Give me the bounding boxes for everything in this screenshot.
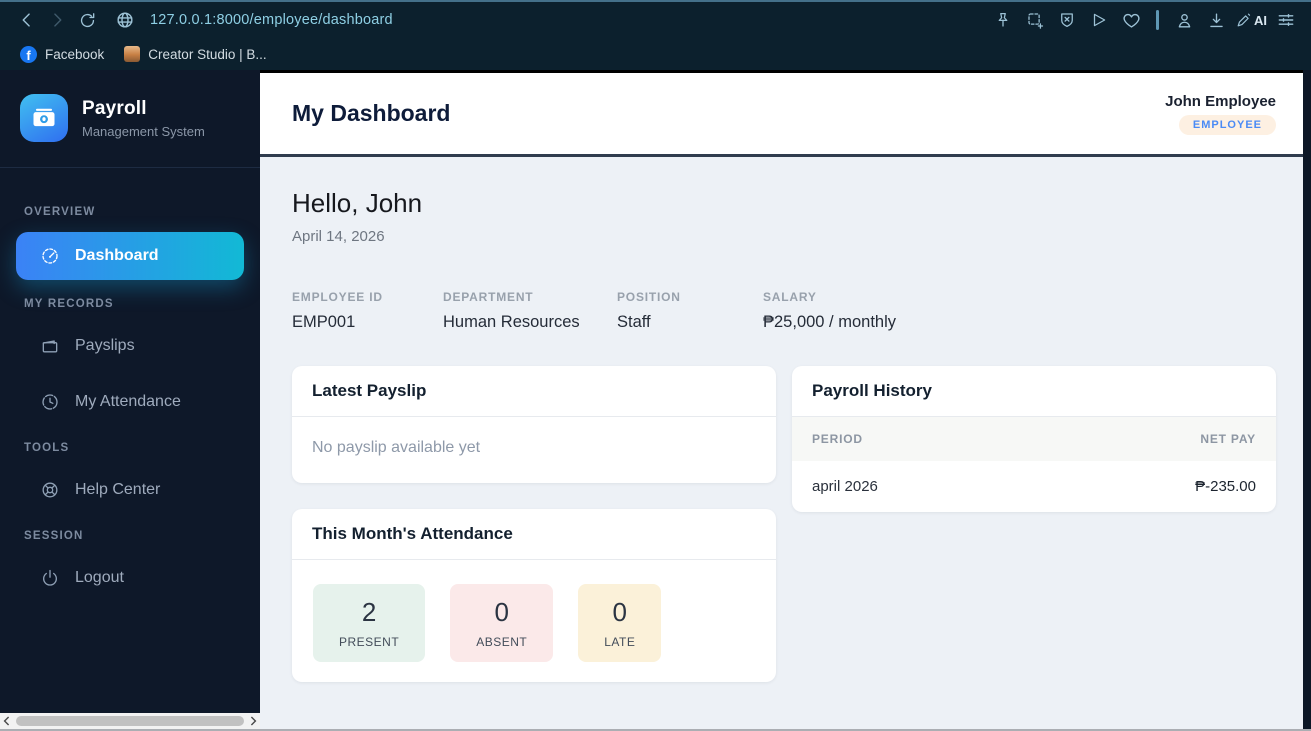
current-date: April 14, 2026 (292, 228, 385, 245)
profile-icon[interactable] (1171, 6, 1197, 34)
stat-present: 2 PRESENT (313, 584, 426, 662)
wallet-icon (42, 340, 58, 353)
attendance-title: This Month's Attendance (312, 524, 513, 543)
col-period: PERIOD (812, 432, 863, 446)
gauge-icon (42, 248, 58, 264)
scrollbar-thumb[interactable] (16, 716, 244, 726)
sidebar-item-payslips[interactable]: Payslips (16, 324, 244, 368)
payroll-history-card: Payroll History PERIOD NET PAY april 202… (792, 366, 1276, 512)
send-icon[interactable] (1086, 6, 1112, 34)
horizontal-scrollbar[interactable] (0, 713, 260, 729)
sidebar-item-logout[interactable]: Logout (16, 556, 244, 600)
user-block: John Employee EMPLOYEE (1165, 93, 1276, 135)
page-header: My Dashboard John Employee EMPLOYEE (260, 73, 1311, 157)
creator-studio-favicon (124, 46, 141, 62)
employee-info-row: EMPLOYEE ID EMP001 DEPARTMENT Human Reso… (292, 290, 1276, 332)
browser-window: 127.0.0.1:8000/employee/dashboard AI f F… (0, 0, 1311, 731)
attendance-card: This Month's Attendance 2 PRESENT 0 ABSE… (292, 509, 776, 682)
shield-x-icon[interactable] (1054, 6, 1080, 34)
info-department: DEPARTMENT Human Resources (443, 290, 580, 331)
user-name: John Employee (1165, 92, 1276, 110)
page-title: My Dashboard (292, 100, 451, 126)
stat-absent: 0 ABSENT (450, 584, 554, 662)
download-icon[interactable] (1203, 6, 1229, 34)
reload-icon[interactable] (72, 6, 102, 34)
app-title: Payroll (82, 97, 147, 119)
section-my-records: MY RECORDS (24, 298, 114, 310)
section-tools: TOOLS (24, 442, 70, 454)
ai-assistant-icon[interactable]: AI (1235, 6, 1267, 34)
latest-payslip-title: Latest Payslip (312, 381, 427, 400)
scroll-left-icon[interactable] (0, 713, 14, 729)
lifebuoy-icon (42, 482, 58, 498)
col-net-pay: NET PAY (1200, 432, 1256, 446)
sidebar-nav: OVERVIEW Dashboard MY RECORDS Payslips M… (0, 168, 260, 632)
role-badge: EMPLOYEE (1178, 114, 1276, 135)
sidebar: Payroll Management System OVERVIEW Dashb… (0, 70, 260, 729)
payslip-empty-message: No payslip available yet (312, 439, 481, 456)
capture-icon[interactable] (1022, 6, 1048, 34)
site-globe-icon[interactable] (110, 6, 140, 34)
toolbar-separator (1156, 10, 1159, 30)
section-session: SESSION (24, 530, 84, 542)
address-bar[interactable]: 127.0.0.1:8000/employee/dashboard (150, 12, 393, 28)
info-position: POSITION Staff (617, 290, 681, 331)
scroll-right-icon[interactable] (246, 713, 260, 729)
right-edge-strip (1303, 70, 1311, 729)
main-area: My Dashboard John Employee EMPLOYEE Hell… (260, 70, 1311, 729)
sidebar-item-help-center[interactable]: Help Center (16, 468, 244, 512)
greeting: Hello, John (292, 188, 423, 218)
info-employee-id: EMPLOYEE ID EMP001 (292, 290, 383, 331)
payroll-logo-icon (20, 94, 68, 142)
power-icon (43, 569, 57, 586)
bookmarks-bar: f Facebook Creator Studio | B... (0, 38, 1311, 70)
pin-icon[interactable] (990, 6, 1016, 34)
table-row: april 2026 ₱-235.00 (812, 478, 1256, 495)
ai-label: AI (1254, 12, 1267, 28)
forward-icon[interactable] (42, 6, 72, 34)
browser-toolbar: 127.0.0.1:8000/employee/dashboard AI (0, 2, 1311, 38)
bookmark-facebook[interactable]: f Facebook (10, 43, 114, 66)
facebook-icon: f (20, 45, 37, 63)
section-overview: OVERVIEW (24, 206, 96, 218)
sidebar-item-dashboard[interactable]: Dashboard (16, 232, 244, 280)
menu-icon[interactable] (1273, 6, 1299, 34)
sidebar-item-my-attendance[interactable]: My Attendance (16, 380, 244, 424)
stat-late: 0 LATE (578, 584, 662, 662)
payroll-history-title: Payroll History (812, 381, 932, 400)
app-logo: Payroll Management System (0, 70, 260, 168)
heart-icon[interactable] (1118, 6, 1144, 34)
latest-payslip-card: Latest Payslip No payslip available yet (292, 366, 776, 483)
clock-icon (42, 394, 58, 410)
dashboard-content: Hello, John April 14, 2026 EMPLOYEE ID E… (260, 157, 1311, 729)
bookmark-creator-studio[interactable]: Creator Studio | B... (114, 43, 276, 65)
info-salary: SALARY ₱25,000 / monthly (763, 290, 896, 331)
payroll-history-header-row: PERIOD NET PAY (792, 417, 1276, 461)
back-icon[interactable] (12, 6, 42, 34)
app-subtitle: Management System (82, 123, 205, 139)
